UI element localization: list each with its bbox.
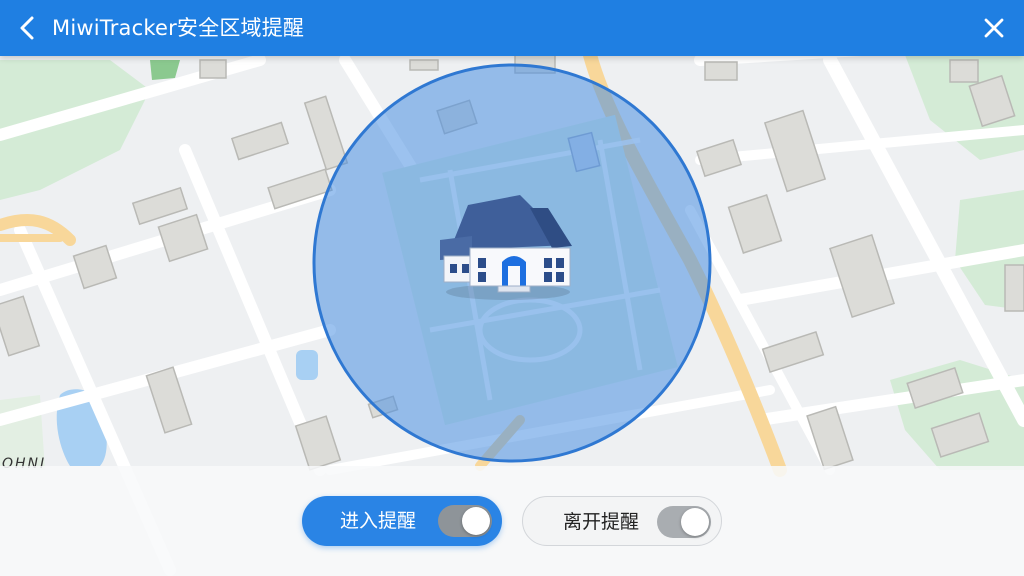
close-icon <box>984 18 1004 38</box>
enter-alert-toggle[interactable]: 进入提醒 <box>302 496 502 546</box>
enter-alert-switch[interactable] <box>438 505 492 537</box>
page-title: MiwiTracker安全区域提醒 <box>52 16 305 40</box>
back-button[interactable] <box>12 12 44 44</box>
leave-alert-toggle[interactable]: 离开提醒 <box>522 496 722 546</box>
title-bar: MiwiTracker安全区域提醒 <box>0 0 1024 56</box>
enter-alert-label: 进入提醒 <box>340 510 417 532</box>
leave-alert-switch[interactable] <box>657 506 711 538</box>
chevron-left-icon <box>20 16 34 40</box>
bottom-panel <box>0 466 1024 576</box>
close-button[interactable] <box>978 12 1010 44</box>
leave-alert-label: 离开提醒 <box>563 511 640 533</box>
switch-knob <box>681 508 709 536</box>
switch-knob <box>462 507 490 535</box>
